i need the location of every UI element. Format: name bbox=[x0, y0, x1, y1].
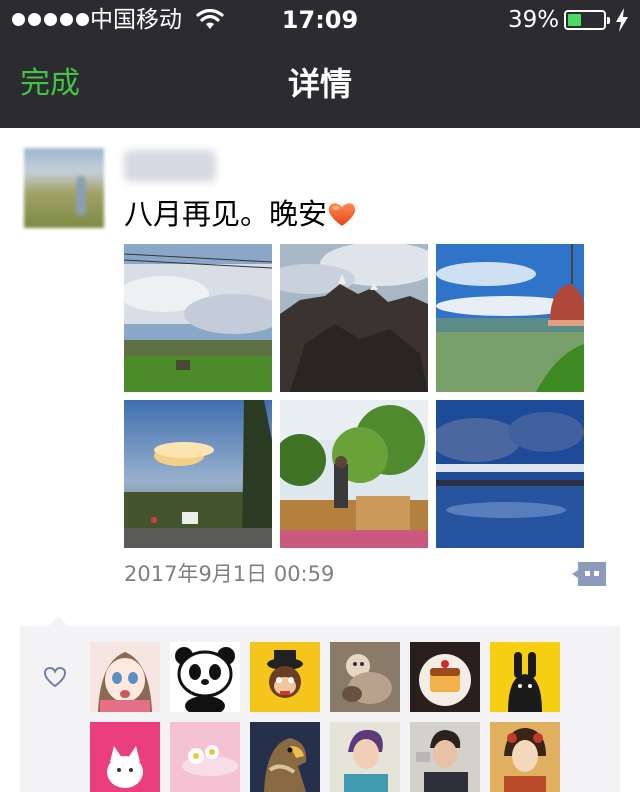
liker-avatar-2[interactable] bbox=[170, 642, 240, 712]
liker-avatar-4[interactable] bbox=[330, 642, 400, 712]
panda-avatar bbox=[170, 642, 240, 712]
post-timestamp: 2017年9月1日 00:59 bbox=[124, 562, 335, 586]
liker-avatar-8[interactable] bbox=[170, 722, 240, 792]
liker-avatar-10[interactable] bbox=[330, 722, 400, 792]
flowers-avatar bbox=[170, 722, 240, 792]
monkey-avatar bbox=[250, 642, 320, 712]
likes-panel bbox=[20, 616, 620, 792]
heart-emoji-icon bbox=[328, 203, 356, 226]
photo-grid bbox=[124, 244, 585, 550]
sunset-road-photo bbox=[124, 400, 272, 548]
status-bar: 中国移动 17:09 39% bbox=[0, 0, 640, 40]
page-title: 详情 bbox=[287, 65, 352, 103]
liker-avatar-6[interactable] bbox=[490, 642, 560, 712]
liker-avatar-11[interactable] bbox=[410, 722, 480, 792]
battery-percent: 39% bbox=[508, 7, 560, 33]
liker-avatar-1[interactable] bbox=[90, 642, 160, 712]
liker-avatar-5[interactable] bbox=[410, 642, 480, 712]
post-text: 八月再见。晚安 bbox=[124, 196, 357, 232]
done-button[interactable]: 完成 bbox=[20, 64, 80, 104]
photo-3[interactable] bbox=[436, 244, 584, 392]
post-caption: 八月再见。晚安 bbox=[124, 197, 328, 231]
top-bar: 中国移动 17:09 39% 完成 详情 bbox=[0, 0, 640, 128]
poster-name-blurred[interactable] bbox=[124, 150, 216, 182]
boy-photo-avatar bbox=[330, 722, 400, 792]
battery-icon bbox=[564, 10, 610, 30]
heart-outline-icon bbox=[43, 666, 67, 688]
pudding-avatar bbox=[410, 642, 480, 712]
bell-valley-photo bbox=[436, 244, 584, 392]
liker-avatar-7[interactable] bbox=[90, 722, 160, 792]
field-landscape-photo bbox=[124, 244, 272, 392]
baby-animals-avatar bbox=[330, 642, 400, 712]
photo-4[interactable] bbox=[124, 400, 272, 548]
white-cat-avatar bbox=[90, 722, 160, 792]
garden-cafe-photo bbox=[280, 400, 428, 548]
black-rabbit-avatar bbox=[490, 642, 560, 712]
painted-lady-avatar bbox=[490, 722, 560, 792]
photo-2[interactable] bbox=[280, 244, 428, 392]
poster-avatar[interactable] bbox=[24, 148, 104, 228]
charging-bolt-icon bbox=[616, 8, 628, 32]
photo-6[interactable] bbox=[436, 400, 584, 548]
lake-reflection-photo bbox=[436, 400, 584, 548]
rock-temple-photo bbox=[280, 244, 428, 392]
photo-5[interactable] bbox=[280, 400, 428, 548]
photo-1[interactable] bbox=[124, 244, 272, 392]
battery-level bbox=[568, 14, 581, 26]
comment-icon[interactable] bbox=[570, 560, 608, 588]
man-photo-avatar bbox=[410, 722, 480, 792]
eagle-avatar bbox=[250, 722, 320, 792]
liker-avatar-12[interactable] bbox=[490, 722, 560, 792]
cartoon-girl-avatar bbox=[90, 642, 160, 712]
liker-avatar-9[interactable] bbox=[250, 722, 320, 792]
liker-avatar-3[interactable] bbox=[250, 642, 320, 712]
